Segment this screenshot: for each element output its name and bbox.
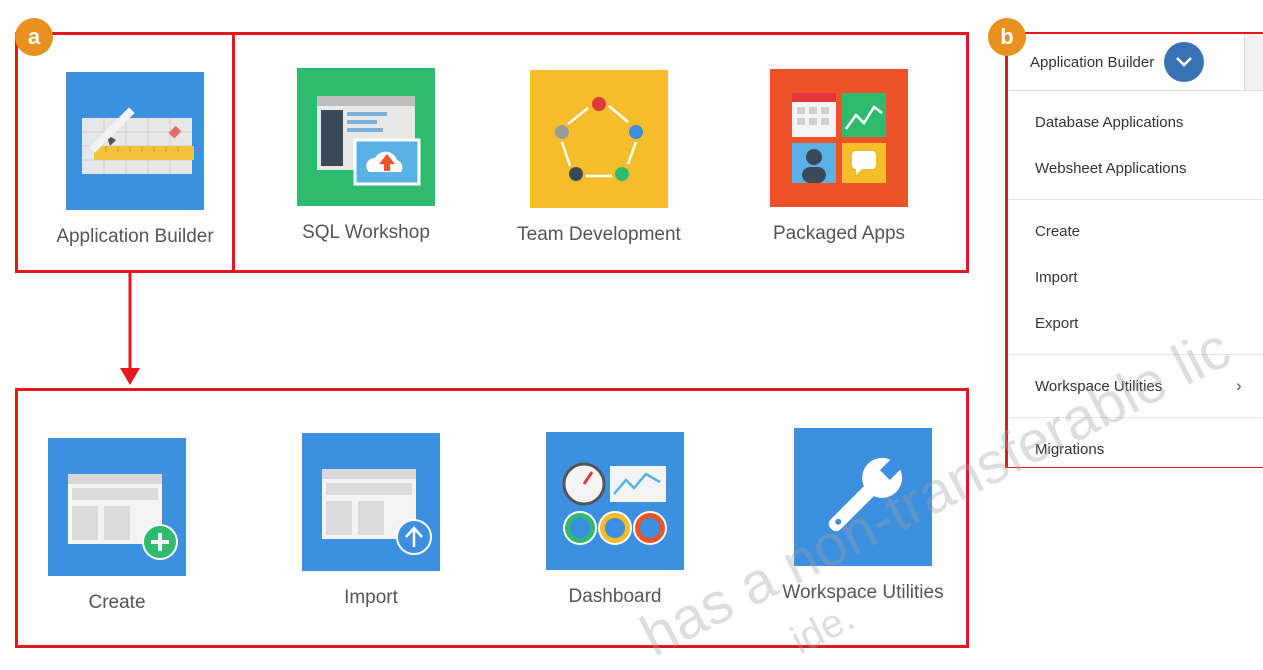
- application-builder-icon: [66, 72, 204, 210]
- menu-item-database-applications[interactable]: Database Applications: [1008, 99, 1263, 145]
- tile-import[interactable]: Import: [266, 433, 476, 609]
- sql-workshop-icon: [297, 68, 435, 206]
- application-builder-menu: Application Builder Database Application…: [1008, 34, 1263, 467]
- next-tab-edge[interactable]: [1244, 34, 1263, 90]
- menu-item-websheet-applications[interactable]: Websheet Applications: [1008, 145, 1263, 191]
- chevron-down-icon[interactable]: [1164, 42, 1205, 82]
- tile-label: Dashboard: [568, 586, 662, 607]
- chevron-right-icon: ›: [1236, 376, 1242, 395]
- menu-group-migrations: Migrations: [1008, 418, 1263, 480]
- menu-header-label: Application Builder: [1030, 53, 1155, 71]
- tile-dashboard[interactable]: Dashboard: [510, 432, 720, 608]
- create-icon: [48, 438, 186, 576]
- tile-label: Packaged Apps: [772, 223, 906, 244]
- dashboard-icon: [546, 432, 684, 570]
- menu-group-utilities: Workspace Utilities ›: [1008, 355, 1263, 418]
- menu-group-actions: Create Import Export: [1008, 200, 1263, 355]
- flow-arrow: [120, 272, 140, 385]
- menu-item-export[interactable]: Export: [1008, 300, 1263, 346]
- team-development-icon: [530, 70, 668, 208]
- tile-label: Team Development: [517, 224, 681, 245]
- tile-label: SQL Workshop: [302, 222, 430, 243]
- import-icon: [302, 433, 440, 571]
- menu-header[interactable]: Application Builder: [1008, 34, 1263, 91]
- tile-sql-workshop[interactable]: SQL Workshop: [260, 68, 472, 244]
- menu-item-workspace-utilities[interactable]: Workspace Utilities ›: [1008, 363, 1263, 409]
- menu-item-import[interactable]: Import: [1008, 254, 1263, 300]
- tile-workspace-utilities[interactable]: Workspace Utilities: [758, 428, 968, 604]
- tile-label: Application Builder: [56, 226, 214, 247]
- badge-b: b: [988, 18, 1026, 56]
- wrench-icon: [794, 428, 932, 566]
- tile-team-development[interactable]: Team Development: [494, 70, 704, 246]
- badge-a: a: [15, 18, 53, 56]
- tile-packaged-apps[interactable]: Packaged Apps: [734, 69, 944, 245]
- tile-label: Workspace Utilities: [782, 582, 944, 603]
- packaged-apps-icon: [770, 69, 908, 207]
- tile-label: Import: [344, 587, 398, 608]
- menu-group-applications: Database Applications Websheet Applicati…: [1008, 91, 1263, 200]
- menu-item-migrations[interactable]: Migrations: [1008, 426, 1263, 472]
- tile-label: Create: [88, 592, 146, 613]
- tile-application-builder[interactable]: Application Builder: [30, 72, 240, 248]
- tile-create[interactable]: Create: [12, 438, 222, 614]
- menu-item-create[interactable]: Create: [1008, 208, 1263, 254]
